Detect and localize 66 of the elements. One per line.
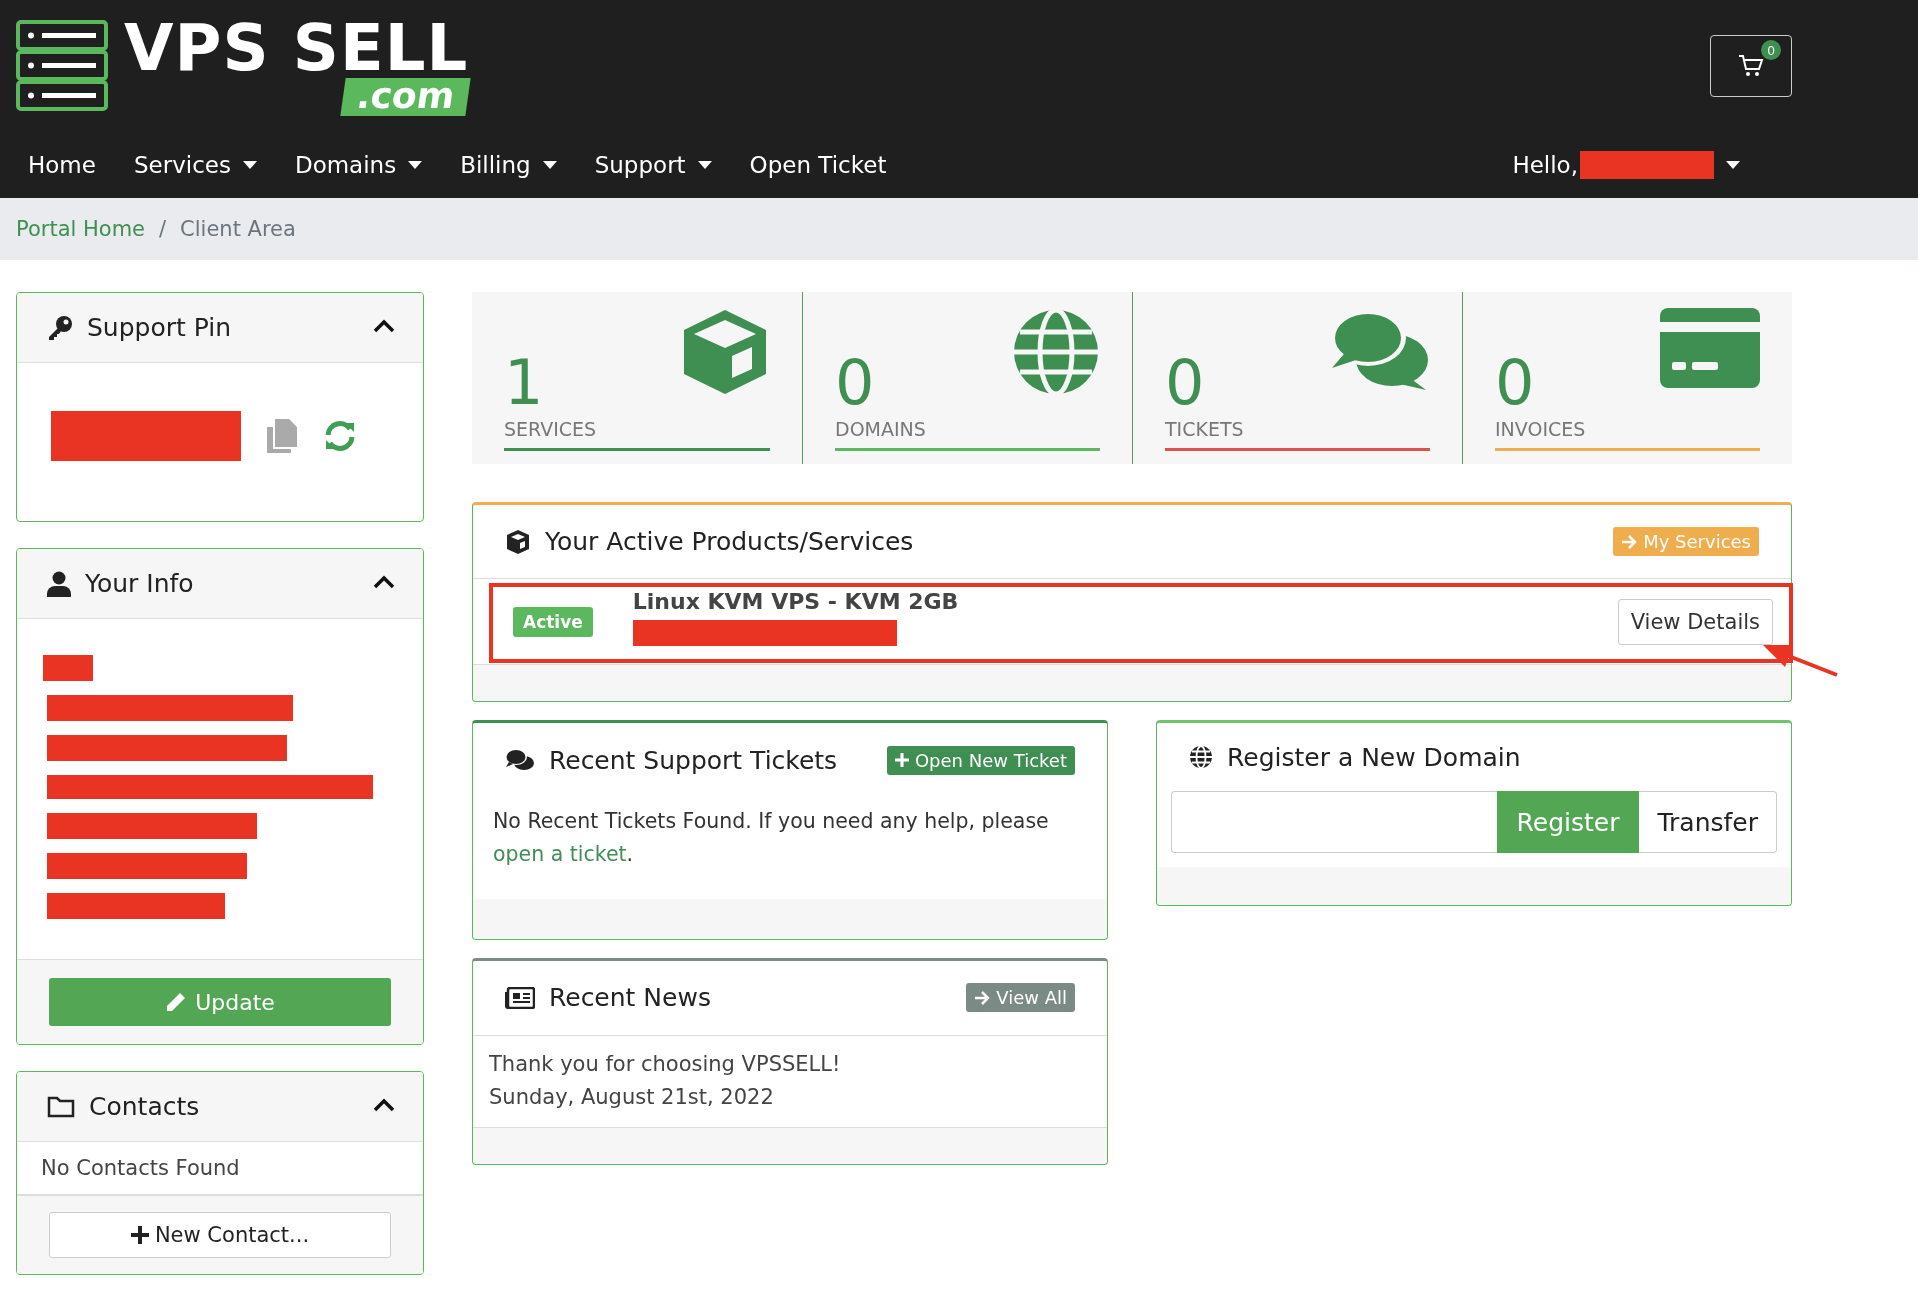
nav-link[interactable]: Billing <box>448 144 569 186</box>
domain-input-field[interactable] <box>1171 791 1497 853</box>
speech-bubbles-icon <box>505 748 535 772</box>
redaction-block <box>43 655 93 681</box>
stat-count: 1 <box>504 352 545 414</box>
folder-icon <box>47 1095 75 1118</box>
key-icon <box>47 314 73 341</box>
panel-title: Your Active Products/Services <box>545 527 914 556</box>
stat-label: TICKETS <box>1165 418 1245 440</box>
card-title: Support Pin <box>87 313 232 342</box>
caret-icon <box>697 161 712 169</box>
cart-button[interactable]: 0 <box>1710 35 1792 97</box>
panel-title: Recent Support Tickets <box>549 745 838 775</box>
caret-icon <box>1726 161 1740 169</box>
cube-icon <box>505 528 531 555</box>
refresh-icon[interactable] <box>323 419 357 453</box>
globe-icon <box>1012 308 1100 396</box>
arrow-right-icon <box>974 989 991 1006</box>
caret-icon <box>408 161 423 169</box>
nav-link[interactable]: Services <box>121 144 269 186</box>
open-ticket-link[interactable]: open a ticket <box>493 841 627 866</box>
nav-link[interactable]: Home <box>16 144 108 186</box>
stat-count: 0 <box>835 352 876 414</box>
cart-count-badge: 0 <box>1761 40 1781 60</box>
user-menu[interactable]: Hello, <box>1500 143 1752 187</box>
no-tickets-message: No Recent Tickets Found. If you need any help, please open a ticket. <box>492 808 1050 868</box>
arrow-right-icon <box>1621 533 1638 550</box>
logo-suffix: .com <box>340 78 471 116</box>
breadcrumb-current: Client Area <box>180 217 296 241</box>
pencil-icon <box>165 991 188 1013</box>
news-title[interactable]: Thank you for choosing VPSSELL! <box>489 1047 1091 1082</box>
plus-icon <box>130 1226 149 1244</box>
newspaper-icon <box>505 986 535 1009</box>
caret-icon <box>542 161 557 169</box>
panel-title: Register a New Domain <box>1227 742 1521 772</box>
chevron-icon[interactable] <box>373 319 395 333</box>
chevron-icon[interactable] <box>373 575 395 589</box>
logo-text: VPS SELL <box>124 16 469 80</box>
open-new-ticket-button[interactable]: Open New Ticket <box>886 745 1075 775</box>
view-all-button[interactable]: View All <box>966 983 1075 1013</box>
cart-icon <box>1738 54 1764 78</box>
breadcrumb-separator: / <box>159 217 167 241</box>
caret-icon <box>242 161 257 169</box>
news-date: Sunday, August 21st, 2022 <box>489 1084 775 1112</box>
card-title: Your Info <box>85 569 194 598</box>
new-contact-button[interactable]: New Contact... <box>49 1212 391 1258</box>
credit-card-icon <box>1660 308 1760 388</box>
nav-link[interactable]: Domains <box>282 144 435 186</box>
globe-icon <box>1189 745 1213 769</box>
stat-count: 0 <box>1495 352 1536 414</box>
transfer-button[interactable]: Transfer <box>1639 791 1777 853</box>
nav-link[interactable]: Open Ticket <box>737 144 899 186</box>
server-rack-icon <box>16 20 108 112</box>
view-details-button[interactable]: View Details <box>1617 598 1773 645</box>
stat-count: 0 <box>1165 352 1206 414</box>
person-icon <box>47 570 71 597</box>
panel-title: Recent News <box>549 983 711 1013</box>
nav-link[interactable]: Support <box>582 144 724 186</box>
product-name: Linux KVM VPS - KVM 2GB <box>632 589 960 614</box>
card-title: Contacts <box>89 1092 200 1121</box>
status-label: Active <box>513 606 593 637</box>
stat-label: SERVICES <box>504 418 598 440</box>
plus-icon <box>894 753 909 767</box>
chevron-icon[interactable] <box>373 1098 395 1112</box>
stat-label: INVOICES <box>1495 418 1587 440</box>
stat-label: DOMAINS <box>835 418 927 440</box>
